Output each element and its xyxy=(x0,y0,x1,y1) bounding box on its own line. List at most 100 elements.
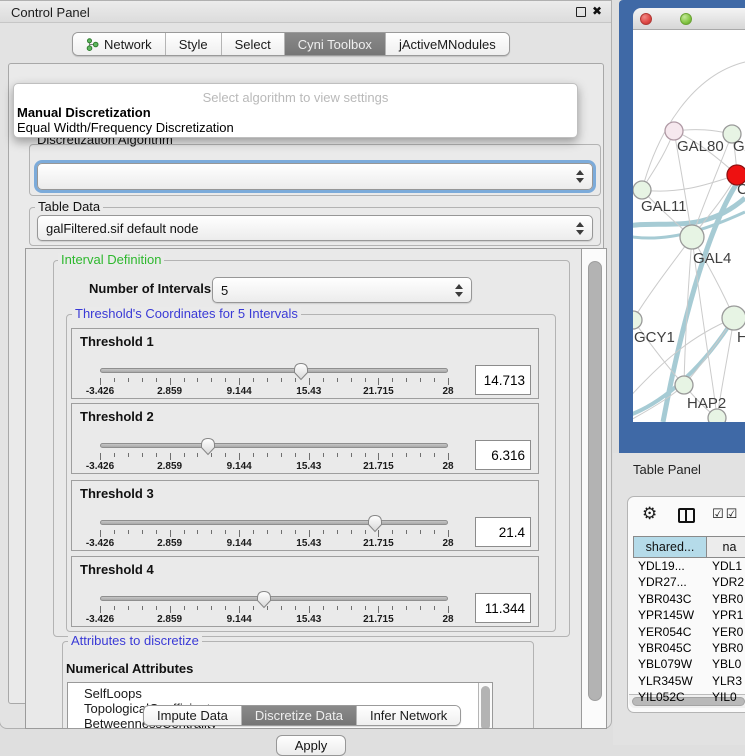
algorithm-option[interactable]: Equal Width/Frequency Discretization xyxy=(17,120,234,135)
table-row[interactable]: YBL079WYBL0 xyxy=(633,657,745,673)
network-edge[interactable] xyxy=(642,175,737,191)
table-row[interactable]: YLR345WYLR3 xyxy=(633,674,745,690)
threshold-panel: Threshold 1-3.4262.8599.14415.4321.71528 xyxy=(71,328,539,399)
attribute-list-item[interactable]: SelfLoops xyxy=(84,686,142,701)
tick-label: 9.144 xyxy=(209,461,269,472)
cell-shared-name: YBR043C xyxy=(638,592,691,606)
cell-name: YDR2 xyxy=(712,575,744,589)
table-row[interactable]: YDR27...YDR2 xyxy=(633,575,745,591)
slider-track[interactable] xyxy=(100,520,448,525)
slider-track[interactable] xyxy=(100,368,448,373)
table-row[interactable]: YDL19...YDL1 xyxy=(633,559,745,575)
slider-tick xyxy=(323,378,324,382)
tick-label: -3.426 xyxy=(70,538,130,549)
split-columns-icon[interactable] xyxy=(678,508,695,523)
control-panel-titlebar: Control Panel ✖ xyxy=(0,1,611,23)
threshold-value-field[interactable] xyxy=(475,517,531,547)
table-row[interactable]: YBR045CYBR0 xyxy=(633,641,745,657)
close-window-icon[interactable] xyxy=(640,13,652,25)
slider-tick xyxy=(365,606,366,610)
slider-tick xyxy=(295,453,296,457)
float-window-icon[interactable] xyxy=(576,7,586,17)
tab-select[interactable]: Select xyxy=(222,33,285,55)
column-header-shared-name[interactable]: shared... xyxy=(633,536,707,558)
column-header-name[interactable]: na xyxy=(707,536,745,558)
maximize-window-icon[interactable] xyxy=(680,13,692,25)
minimize-window-icon[interactable] xyxy=(660,13,672,25)
table-data-title: Table Data xyxy=(35,200,103,213)
network-node[interactable] xyxy=(675,376,693,394)
threshold-label: Threshold 1 xyxy=(80,334,154,349)
slider-track[interactable] xyxy=(100,443,448,448)
slider-track[interactable] xyxy=(100,596,448,601)
table-row[interactable]: YBR043C YBR0 xyxy=(633,592,745,608)
network-graph[interactable]: GAL80GAGAL11CGAL4GCY1HHAP2 xyxy=(633,30,745,422)
settings-scrollbar[interactable] xyxy=(581,249,607,729)
slider-thumb[interactable] xyxy=(293,362,309,381)
slider-tick xyxy=(170,530,171,537)
slider-thumb[interactable] xyxy=(200,437,216,456)
slider-tick xyxy=(142,378,143,382)
threshold-value-field[interactable] xyxy=(475,440,531,470)
algorithm-combobox[interactable] xyxy=(37,163,593,190)
slider-tick xyxy=(337,530,338,534)
tab-cyni-toolbox[interactable]: Cyni Toolbox xyxy=(285,33,386,55)
tab-discretize-data[interactable]: Discretize Data xyxy=(242,706,357,725)
slider-thumb[interactable] xyxy=(367,514,383,533)
select-columns-icon[interactable]: ☑☑ xyxy=(712,506,739,522)
slider-tick xyxy=(197,606,198,610)
threshold-value-field[interactable] xyxy=(475,365,531,395)
table-row[interactable]: YIL052CYIL0 xyxy=(633,690,745,706)
table-panel: Table Panel ⚙ ☑☑ shared...naYDL19...YDL1… xyxy=(613,453,745,745)
slider-tick xyxy=(211,606,212,610)
slider-tick xyxy=(128,530,129,534)
tab-label: Infer Network xyxy=(370,708,447,723)
tab-style[interactable]: Style xyxy=(166,33,222,55)
slider-tick xyxy=(100,530,101,537)
close-panel-icon[interactable]: ✖ xyxy=(592,4,602,18)
tab-jactivemnodules[interactable]: jActiveMNodules xyxy=(386,33,509,55)
network-edge[interactable] xyxy=(642,131,674,190)
slider-tick xyxy=(114,453,115,457)
number-of-intervals-combobox[interactable]: 5 xyxy=(212,277,472,303)
network-view-canvas[interactable]: GAL80GAGAL11CGAL4GCY1HHAP2 xyxy=(633,30,745,422)
apply-button[interactable]: Apply xyxy=(276,735,346,756)
network-node[interactable] xyxy=(680,225,704,249)
tab-label: Select xyxy=(235,37,271,52)
slider-tick xyxy=(184,378,185,382)
slider-tick xyxy=(142,606,143,610)
table-row[interactable]: YER054CYER0 xyxy=(633,625,745,641)
table-data-combobox[interactable]: galFiltered.sif default node xyxy=(37,215,593,241)
slider-tick xyxy=(295,606,296,610)
tab-label: Style xyxy=(179,37,208,52)
tab-impute-data[interactable]: Impute Data xyxy=(144,706,242,725)
thresholds-group-title: Threshold's Coordinates for 5 Intervals xyxy=(72,307,301,320)
network-node[interactable] xyxy=(633,311,642,329)
slider-tick xyxy=(323,530,324,534)
tick-label: 9.144 xyxy=(209,538,269,549)
threshold-value-field[interactable] xyxy=(475,593,531,623)
slider-tick xyxy=(392,453,393,457)
node-label: H xyxy=(737,329,745,346)
table-row[interactable]: YPR145WYPR1 xyxy=(633,608,745,624)
network-window-titlebar[interactable] xyxy=(633,8,745,30)
network-node[interactable] xyxy=(633,181,651,199)
slider-tick xyxy=(184,606,185,610)
node-table-container: ⚙ ☑☑ shared...naYDL19...YDL1YDR27...YDR2… xyxy=(627,496,745,713)
attributes-scrollbar[interactable] xyxy=(478,683,492,729)
settings-scrollbar-thumb[interactable] xyxy=(588,261,602,701)
slider-tick xyxy=(323,606,324,610)
network-node[interactable] xyxy=(722,306,745,330)
slider-tick xyxy=(392,530,393,534)
slider-tick xyxy=(351,530,352,534)
tick-label: 15.43 xyxy=(279,461,339,472)
cell-name: YBR0 xyxy=(712,592,743,606)
tab-infer-network[interactable]: Infer Network xyxy=(357,706,460,725)
gear-icon[interactable]: ⚙ xyxy=(642,505,657,523)
attributes-scrollbar-thumb[interactable] xyxy=(481,686,490,729)
tab-label: Impute Data xyxy=(157,708,228,723)
network-edge[interactable] xyxy=(633,237,692,320)
algorithm-option[interactable]: Manual Discretization xyxy=(17,105,151,120)
slider-thumb[interactable] xyxy=(256,590,272,609)
tab-network[interactable]: Network xyxy=(73,33,166,55)
